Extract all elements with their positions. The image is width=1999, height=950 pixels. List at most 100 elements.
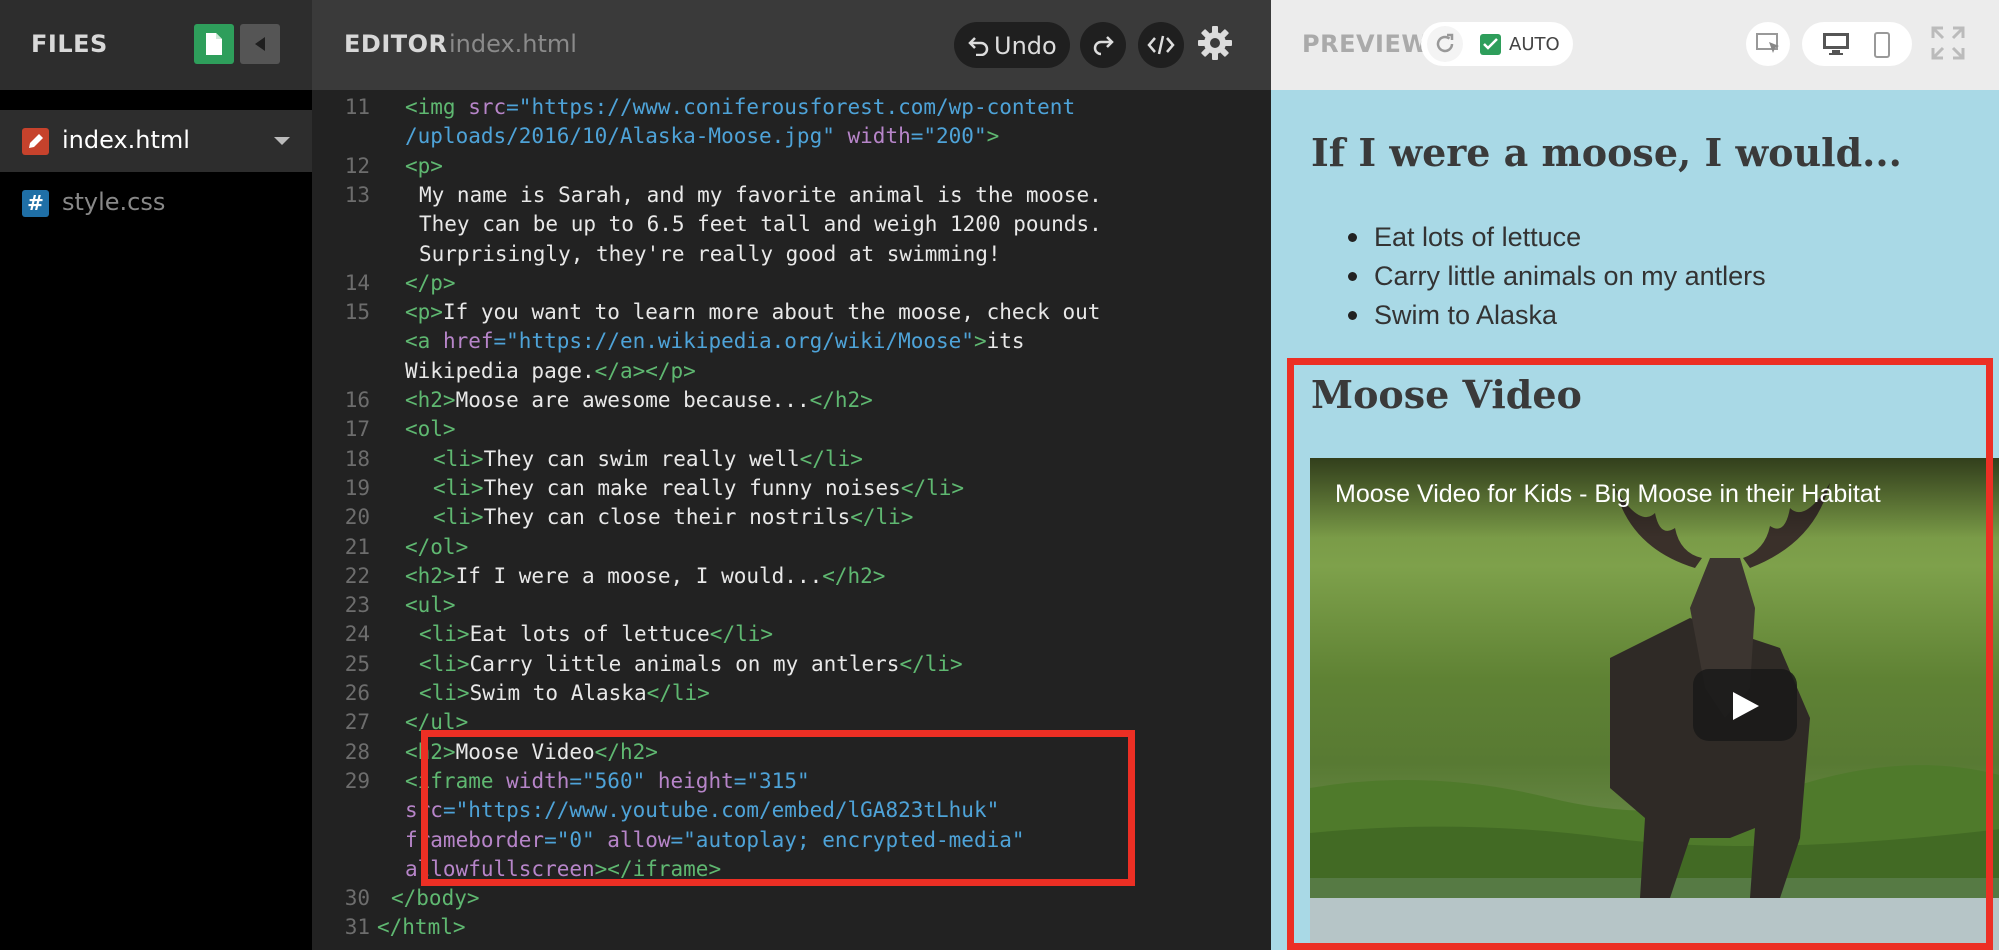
- code-line: </p>: [405, 271, 456, 295]
- auto-checkbox[interactable]: [1480, 34, 1501, 55]
- line-number: 18: [344, 446, 370, 471]
- file-name: index.html: [62, 126, 190, 154]
- inspect-cursor-icon: [1756, 33, 1779, 53]
- editor-title: EDITOR: [344, 30, 448, 58]
- code-line: <h2>If I were a moose, I would...</h2>: [405, 564, 885, 588]
- line-number: 13: [344, 182, 370, 207]
- code-line: <li>Swim to Alaska</li>: [419, 681, 710, 705]
- code-token: <li>: [419, 681, 470, 705]
- code-token: Carry little animals on my antlers: [469, 651, 900, 676]
- line-number: 12: [344, 153, 370, 178]
- dropdown-caret-icon[interactable]: [273, 136, 291, 146]
- code-line: They can be up to 6.5 feet tall and weig…: [419, 212, 1102, 236]
- refresh-icon: [1436, 33, 1454, 53]
- code-token: </li>: [899, 651, 963, 676]
- collapse-sidebar-button[interactable]: [240, 24, 280, 64]
- code-token: <p>: [405, 153, 443, 178]
- line-number: 25: [344, 651, 370, 676]
- undo-icon: [968, 37, 989, 56]
- code-token: </h2>: [809, 388, 873, 412]
- code-token: <img: [405, 95, 469, 119]
- code-token: </a></p>: [594, 358, 696, 383]
- code-line: </body>: [391, 886, 480, 910]
- list-item: Swim to Alaska: [1374, 300, 1558, 330]
- redo-icon: [1093, 36, 1114, 56]
- code-token: >: [986, 124, 1000, 149]
- new-file-icon: [206, 33, 222, 55]
- format-code-button[interactable]: [1138, 22, 1184, 68]
- code-token: Eat lots of lettuce: [469, 622, 710, 647]
- code-icon: [1147, 35, 1175, 55]
- new-file-button[interactable]: [194, 24, 234, 64]
- code-token: They can close their nostrils: [483, 505, 851, 530]
- line-number: 30: [344, 886, 370, 911]
- code-line: <li>They can close their nostrils</li>: [433, 505, 913, 529]
- file-name: style.css: [62, 188, 166, 216]
- code-token: Moose are awesome because...: [455, 388, 810, 412]
- files-title: FILES: [31, 30, 108, 58]
- code-token: <li>: [433, 446, 484, 471]
- code-line: <li>Eat lots of lettuce</li>: [419, 622, 773, 646]
- code-line: <p>: [405, 154, 443, 178]
- code-token: </h2>: [822, 563, 886, 588]
- code-token: <li>: [433, 505, 484, 530]
- fullscreen-icon[interactable]: [1931, 26, 1965, 60]
- preview-panel: PREVIEW AUTO If I were a moose, I would.…: [1271, 0, 1999, 950]
- list-item: Eat lots of lettuce: [1374, 222, 1582, 252]
- desktop-icon[interactable]: [1822, 32, 1850, 56]
- files-header: FILES: [0, 0, 312, 90]
- list-item: Carry little animals on my antlers: [1374, 261, 1766, 291]
- redo-button[interactable]: [1080, 22, 1126, 68]
- file-item-style-css[interactable]: # style.css: [0, 172, 312, 234]
- code-line: <p>If you want to learn more about the m…: [405, 300, 1100, 324]
- line-number: 16: [344, 388, 370, 412]
- checkmark-icon: [1483, 38, 1498, 50]
- inspect-button[interactable]: [1746, 22, 1790, 66]
- code-token: ="https://en.wikipedia.org/wiki/Moose": [493, 329, 974, 354]
- undo-button[interactable]: Undo: [954, 22, 1070, 68]
- code-line: My name is Sarah, and my favorite animal…: [419, 183, 1102, 207]
- code-token: >: [973, 329, 987, 354]
- hash-icon: #: [22, 190, 49, 217]
- line-number: 27: [344, 710, 370, 735]
- undo-label: Undo: [994, 32, 1057, 60]
- code-token: <ol>: [405, 417, 456, 442]
- code-token: </li>: [799, 446, 863, 471]
- list-bullet: [1348, 272, 1357, 281]
- code-line: <img src="https://www.coniferousforest.c…: [405, 95, 1075, 119]
- code-line: <ol>: [405, 417, 456, 441]
- code-token: </body>: [391, 886, 480, 911]
- file-item-index-html[interactable]: index.html: [0, 110, 312, 172]
- code-token: </html>: [377, 915, 466, 940]
- code-token: ="https://www.coniferousforest.com/wp-co…: [506, 95, 1076, 119]
- code-line: Surprisingly, they're really good at swi…: [419, 242, 1001, 266]
- code-line: <h2>Moose are awesome because...</h2>: [405, 388, 873, 412]
- code-token: <li>: [419, 622, 470, 647]
- line-number: 28: [344, 739, 370, 764]
- code-token: They can swim really well: [483, 446, 800, 471]
- gear-icon[interactable]: [1197, 25, 1233, 61]
- code-token: /uploads/2016/10/Alaska-Moose.jpg": [405, 124, 835, 149]
- editor-filename: index.html: [449, 30, 577, 58]
- line-number: 15: [344, 300, 370, 325]
- code-line: <ul>: [405, 593, 456, 617]
- code-token: width: [834, 124, 911, 149]
- code-token: If I were a moose, I would...: [455, 563, 823, 588]
- auto-refresh-control: AUTO: [1421, 22, 1573, 66]
- line-number: 22: [344, 563, 370, 588]
- code-token: </p>: [405, 270, 456, 295]
- code-token: Swim to Alaska: [469, 681, 647, 705]
- line-number: 21: [344, 534, 370, 559]
- code-token: ="200": [910, 124, 987, 149]
- refresh-button[interactable]: [1427, 26, 1463, 62]
- line-number: 17: [344, 417, 370, 442]
- code-line: </html>: [377, 915, 466, 939]
- mobile-icon[interactable]: [1874, 32, 1890, 58]
- code-token: href: [442, 329, 494, 354]
- code-token: <ul>: [405, 593, 456, 618]
- code-token: its: [986, 329, 1025, 354]
- line-number: 24: [344, 622, 370, 647]
- code-token: My name is Sarah, and my favorite animal…: [419, 182, 1102, 207]
- code-line: </ol>: [405, 535, 468, 559]
- preview-heading-moose: If I were a moose, I would...: [1311, 130, 1902, 175]
